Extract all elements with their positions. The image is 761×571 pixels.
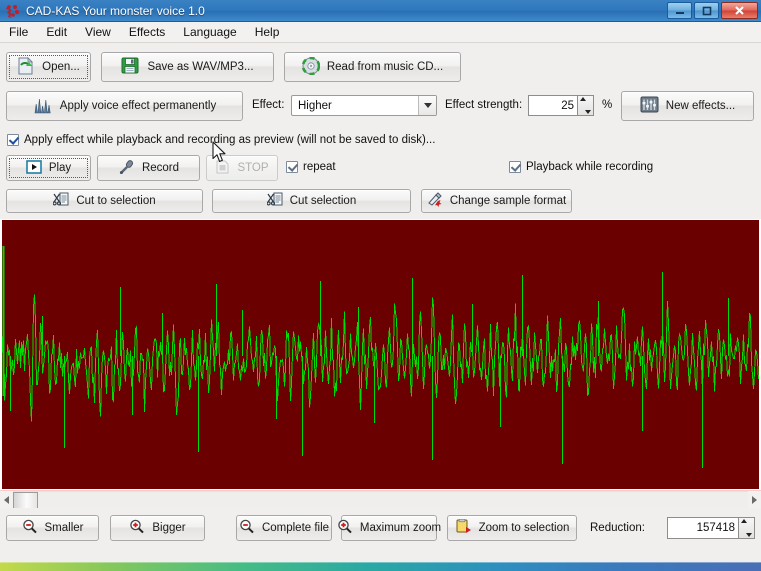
maximum-zoom-button[interactable]: Maximum zoom — [338, 515, 441, 541]
checkbox-box — [7, 134, 19, 146]
stop-button: STOP — [206, 155, 278, 181]
menu-effects[interactable]: Effects — [120, 23, 174, 41]
sample-format-icon — [427, 192, 443, 210]
menu-view[interactable]: View — [76, 23, 120, 41]
menu-help[interactable]: Help — [246, 23, 289, 41]
percent-sign: % — [602, 99, 613, 111]
cut-selection-label: Cut selection — [289, 195, 357, 207]
zoom-bigger-button[interactable]: Bigger — [110, 515, 205, 541]
zoom-toolbar: Smaller Bigger Complete file Maximum zoo… — [0, 508, 761, 562]
cut-to-selection-button[interactable]: Cut to selection — [6, 189, 203, 213]
cd-disc-icon — [301, 56, 321, 78]
reduction-value: 157418 — [696, 522, 735, 534]
zoom-in-icon — [337, 519, 353, 537]
zoom-bigger-label: Bigger — [152, 522, 186, 534]
stop-button-label: STOP — [237, 162, 269, 174]
minimize-button[interactable] — [667, 2, 692, 19]
open-folder-icon — [17, 56, 35, 78]
waveform-scrollbar[interactable] — [0, 490, 761, 509]
waveform-panel — [0, 219, 761, 490]
complete-file-label: Complete file — [261, 522, 330, 534]
scissors-doc-icon — [266, 192, 283, 210]
apply-voice-effect-button[interactable]: Apply voice effect permanently — [6, 91, 243, 121]
window-title: CAD-KAS Your monster voice 1.0 — [26, 4, 205, 18]
chevron-down-icon[interactable] — [418, 96, 436, 115]
close-button[interactable] — [721, 2, 758, 19]
zoom-selection-icon — [455, 518, 472, 537]
change-sample-format-label: Change sample format — [449, 195, 567, 207]
maximum-zoom-label: Maximum zoom — [359, 522, 442, 534]
checkbox-box — [509, 161, 521, 173]
new-effects-button[interactable]: New effects... — [621, 91, 754, 121]
repeat-label: repeat — [303, 161, 336, 173]
menu-file[interactable]: File — [0, 23, 37, 41]
new-effects-label: New effects... — [665, 100, 736, 112]
zoom-to-selection-label: Zoom to selection — [478, 522, 570, 534]
effect-strength-stepper[interactable] — [577, 96, 593, 115]
zoom-out-icon — [22, 519, 38, 537]
waveform-trace — [2, 246, 759, 468]
title-bar: CAD-KAS Your monster voice 1.0 — [0, 0, 761, 22]
zoom-smaller-button[interactable]: Smaller — [6, 515, 99, 541]
waveform-canvas[interactable] — [2, 220, 759, 489]
apply-voice-effect-label: Apply voice effect permanently — [59, 100, 217, 112]
effect-select[interactable]: Higher — [291, 95, 437, 116]
cut-selection-button[interactable]: Cut selection — [212, 189, 411, 213]
desktop-background-strip — [0, 562, 761, 571]
zoom-out-icon — [239, 519, 255, 537]
effect-select-value: Higher — [298, 99, 332, 112]
preview-checkbox-label: Apply effect while playback and recordin… — [24, 134, 436, 146]
play-button[interactable]: Play — [6, 155, 91, 181]
effect-label: Effect: — [252, 99, 285, 111]
window-controls — [667, 2, 758, 20]
open-button-label: Open... — [42, 61, 80, 73]
preview-checkbox[interactable]: Apply effect while playback and recordin… — [7, 134, 435, 146]
effect-strength-input[interactable]: 25 — [528, 95, 594, 116]
save-as-wav-mp3-button[interactable]: Save as WAV/MP3... — [101, 52, 274, 82]
reduction-stepper[interactable] — [738, 518, 754, 538]
mixer-sliders-icon — [640, 96, 659, 116]
maximize-button[interactable] — [694, 2, 719, 19]
scrollbar-thumb[interactable] — [13, 492, 38, 509]
effect-strength-value: 25 — [561, 99, 574, 112]
app-window: CAD-KAS Your monster voice 1.0 File Edit… — [0, 0, 761, 571]
stop-icon — [215, 160, 230, 177]
microphone-icon — [118, 159, 135, 177]
zoom-smaller-label: Smaller — [44, 522, 84, 534]
reduction-label: Reduction: — [590, 522, 645, 534]
repeat-checkbox[interactable]: repeat — [286, 161, 336, 173]
cut-to-selection-label: Cut to selection — [76, 195, 156, 207]
app-icon — [5, 3, 21, 19]
record-button[interactable]: Record — [97, 155, 200, 181]
save-as-wav-mp3-label: Save as WAV/MP3... — [147, 61, 254, 73]
toolbar-panel: Open... Save as WAV/MP3... Read from mus… — [0, 43, 761, 219]
menu-bar: File Edit View Effects Language Help — [0, 22, 761, 43]
zoom-in-icon — [129, 519, 145, 537]
play-button-label: Play — [48, 162, 72, 174]
scrollbar-track[interactable] — [13, 491, 748, 509]
scroll-right-arrow-icon[interactable] — [748, 491, 761, 509]
read-from-music-cd-button[interactable]: Read from music CD... — [284, 52, 461, 82]
effect-strength-label: Effect strength: — [445, 99, 523, 111]
playback-while-recording-label: Playback while recording — [526, 161, 654, 173]
record-button-label: Record — [141, 162, 180, 174]
menu-edit[interactable]: Edit — [37, 23, 76, 41]
waveform-icon — [33, 96, 53, 117]
scroll-left-arrow-icon[interactable] — [0, 491, 13, 509]
menu-language[interactable]: Language — [174, 23, 245, 41]
read-from-music-cd-label: Read from music CD... — [326, 61, 444, 73]
zoom-to-selection-button[interactable]: Zoom to selection — [447, 515, 577, 541]
open-button[interactable]: Open... — [6, 52, 91, 82]
play-icon — [26, 159, 42, 177]
change-sample-format-button[interactable]: Change sample format — [421, 189, 572, 213]
checkbox-box — [286, 161, 298, 173]
scissors-doc-icon — [52, 192, 69, 210]
playback-while-recording-checkbox[interactable]: Playback while recording — [509, 161, 653, 173]
reduction-input[interactable]: 157418 — [667, 517, 755, 539]
complete-file-button[interactable]: Complete file — [236, 515, 332, 541]
floppy-save-icon — [121, 56, 140, 78]
